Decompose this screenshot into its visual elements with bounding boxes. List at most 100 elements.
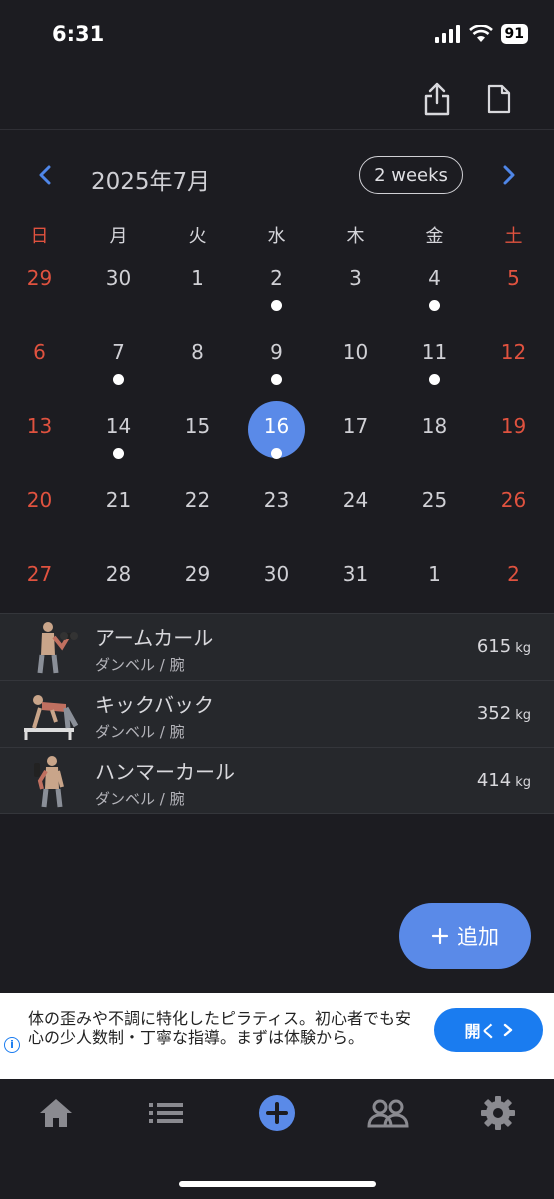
kickback-icon: [24, 695, 78, 740]
day-number: 19: [500, 414, 527, 438]
next-month-button[interactable]: [496, 160, 522, 190]
chevron-right-icon: [503, 165, 515, 185]
exercise-name: キックバック: [95, 693, 214, 717]
day-number: 29: [184, 562, 211, 586]
exercise-category: ダンベル / 腕: [95, 656, 185, 674]
day-number: 20: [26, 488, 53, 512]
workout-dot: [271, 374, 282, 385]
exercise-row[interactable]: ハンマーカール ダンベル / 腕 414 kg: [0, 747, 554, 814]
community-icon: [367, 1099, 409, 1128]
calendar-day[interactable]: 1: [395, 541, 474, 615]
calendar-day[interactable]: 12: [474, 319, 553, 393]
exercise-weight: 352 kg: [476, 703, 531, 724]
tab-add[interactable]: [247, 1093, 307, 1133]
calendar-day[interactable]: 23: [237, 467, 316, 541]
day-number: 10: [342, 340, 369, 364]
calendar-day[interactable]: 6: [0, 319, 79, 393]
calendar-day[interactable]: 1: [158, 245, 237, 319]
chevron-left-icon: [39, 165, 51, 185]
battery-indicator: 91: [500, 24, 528, 44]
signal-icon: [434, 25, 460, 43]
ad-banner[interactable]: i 体の歪みや不調に特化したピラティス。初心者でも安心の少人数制・丁寧な指導。ま…: [0, 993, 554, 1079]
day-number: 2: [270, 266, 283, 290]
day-number: 16: [263, 414, 290, 438]
calendar-day[interactable]: 28: [79, 541, 158, 615]
calendar-day[interactable]: 22: [158, 467, 237, 541]
home-icon: [40, 1099, 72, 1127]
chevron-right-icon: [503, 1023, 512, 1037]
calendar-day[interactable]: 24: [316, 467, 395, 541]
share-icon: [424, 82, 450, 116]
calendar-day[interactable]: 5: [474, 245, 553, 319]
exercise-name: アームカール: [95, 626, 214, 650]
workout-dot: [429, 300, 440, 311]
plus-icon: [431, 927, 449, 945]
tab-community[interactable]: [358, 1093, 418, 1133]
tab-list[interactable]: [136, 1093, 196, 1133]
calendar-day-selected[interactable]: 16: [237, 393, 316, 467]
ad-open-button[interactable]: 開く: [434, 1008, 543, 1052]
calendar-day[interactable]: 10: [316, 319, 395, 393]
calendar-day[interactable]: 7: [79, 319, 158, 393]
share-button[interactable]: [420, 80, 454, 118]
calendar-day[interactable]: 29: [158, 541, 237, 615]
calendar-day[interactable]: 14: [79, 393, 158, 467]
calendar-day[interactable]: 3: [316, 245, 395, 319]
calendar-day[interactable]: 13: [0, 393, 79, 467]
range-toggle-button[interactable]: 2 weeks: [359, 156, 463, 194]
day-number: 12: [500, 340, 527, 364]
document-button[interactable]: [482, 80, 516, 118]
day-number: 14: [105, 414, 132, 438]
exercise-row[interactable]: アームカール ダンベル / 腕 615 kg: [0, 613, 554, 680]
info-icon[interactable]: i: [4, 1037, 20, 1053]
calendar-day[interactable]: 21: [79, 467, 158, 541]
list-icon: [149, 1103, 183, 1123]
calendar-day[interactable]: 27: [0, 541, 79, 615]
day-number: 2: [507, 562, 520, 586]
day-number: 22: [184, 488, 211, 512]
calendar-day[interactable]: 29: [0, 245, 79, 319]
status-time: 6:31: [52, 22, 105, 46]
calendar-day[interactable]: 19: [474, 393, 553, 467]
calendar-day[interactable]: 30: [79, 245, 158, 319]
status-icons: 91: [434, 24, 528, 44]
calendar-day[interactable]: 2: [474, 541, 553, 615]
prev-month-button[interactable]: [32, 160, 58, 190]
settings-icon: [481, 1096, 515, 1130]
calendar-day[interactable]: 9: [237, 319, 316, 393]
add-button[interactable]: 追加: [399, 903, 531, 969]
calendar-day[interactable]: 30: [237, 541, 316, 615]
calendar-day[interactable]: 4: [395, 245, 474, 319]
exercise-weight: 615 kg: [476, 636, 531, 657]
workout-dot: [113, 374, 124, 385]
calendar-day[interactable]: 18: [395, 393, 474, 467]
calendar-day[interactable]: 26: [474, 467, 553, 541]
tab-home[interactable]: [26, 1093, 86, 1133]
document-icon: [487, 84, 511, 114]
day-number: 15: [184, 414, 211, 438]
ad-open-label: 開く: [464, 1022, 497, 1041]
calendar-grid: 29 30 1 2 3 4 5 6 7 8 9 10 11 12 13 14 15 16 17 18 19 20 21 22 2…: [0, 245, 554, 615]
calendar-day[interactable]: 2: [237, 245, 316, 319]
add-icon: [259, 1095, 295, 1131]
calendar-day[interactable]: 17: [316, 393, 395, 467]
workout-dot: [271, 300, 282, 311]
home-indicator: [179, 1181, 376, 1187]
calendar-header: 2025年7月 2 weeks: [0, 150, 554, 200]
exercise-row[interactable]: キックバック ダンベル / 腕 352 kg: [0, 680, 554, 747]
calendar-day[interactable]: 25: [395, 467, 474, 541]
exercise-category: ダンベル / 腕: [95, 723, 185, 741]
day-number: 1: [428, 562, 441, 586]
day-number: 18: [421, 414, 448, 438]
calendar-day[interactable]: 15: [158, 393, 237, 467]
calendar-day[interactable]: 31: [316, 541, 395, 615]
tab-settings[interactable]: [468, 1093, 528, 1133]
calendar-day[interactable]: 8: [158, 319, 237, 393]
day-number: 30: [105, 266, 132, 290]
calendar-day[interactable]: 20: [0, 467, 79, 541]
top-toolbar: [0, 70, 554, 130]
calendar-day[interactable]: 11: [395, 319, 474, 393]
month-label: 2025年7月: [91, 169, 211, 195]
wifi-icon: [468, 25, 493, 42]
day-number: 9: [270, 340, 283, 364]
